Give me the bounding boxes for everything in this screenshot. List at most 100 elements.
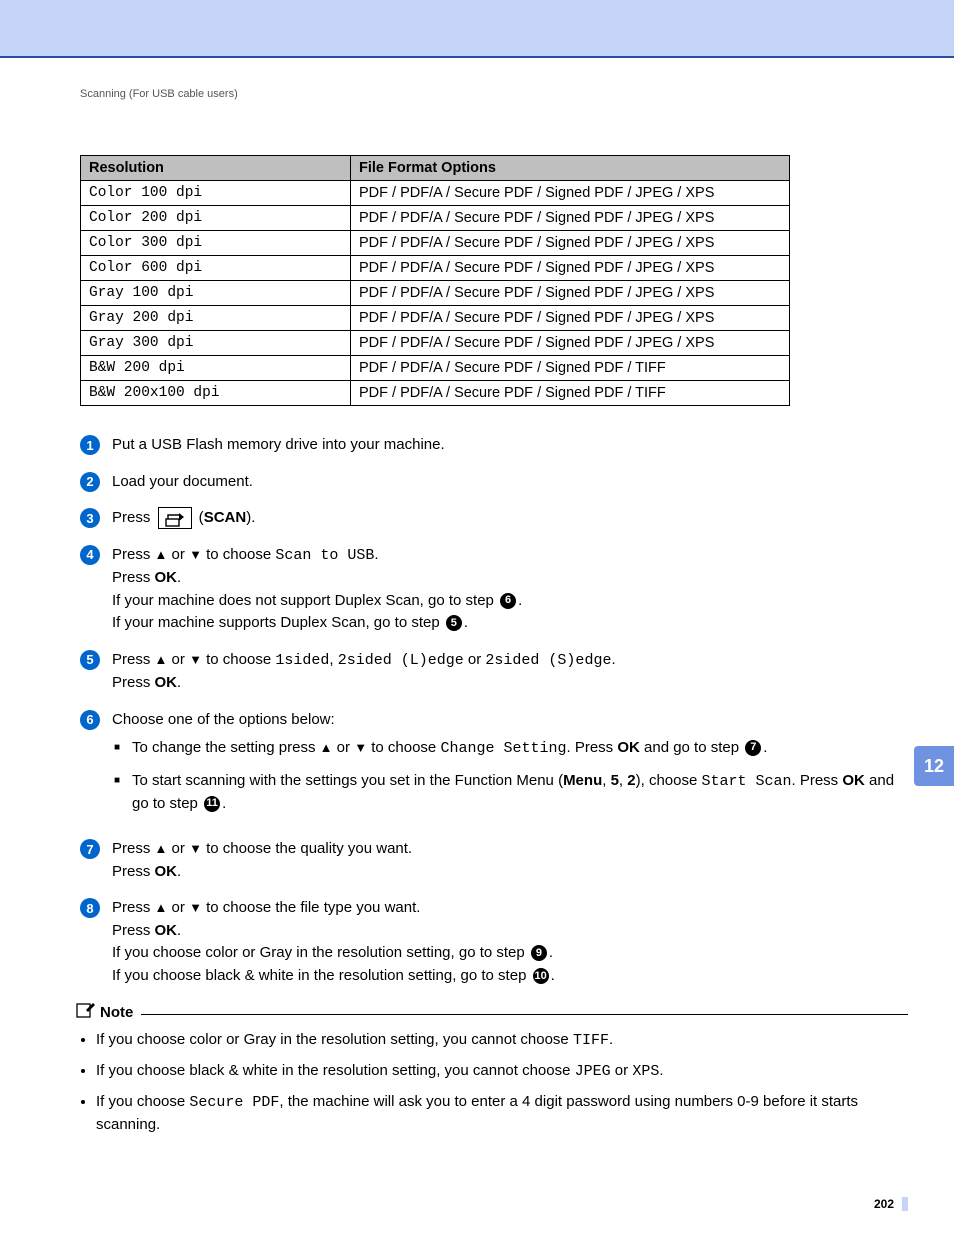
- step-number-icon: 4: [80, 545, 100, 565]
- cell: Color 100 dpi: [81, 181, 351, 206]
- cell: PDF / PDF/A / Secure PDF / Signed PDF / …: [351, 281, 790, 306]
- down-arrow-icon: ▼: [189, 900, 202, 915]
- cell: PDF / PDF/A / Secure PDF / Signed PDF / …: [351, 381, 790, 406]
- note-heading: Note: [76, 1001, 908, 1023]
- text: If you choose black & white in the resol…: [96, 1062, 575, 1079]
- cell: Color 300 dpi: [81, 231, 351, 256]
- step-1: 1 Put a USB Flash memory drive into your…: [80, 434, 908, 457]
- step-text: Press (SCAN).: [112, 507, 908, 530]
- table-row: Color 600 dpiPDF / PDF/A / Secure PDF / …: [81, 256, 790, 281]
- cell: Gray 100 dpi: [81, 281, 351, 306]
- step-text: Load your document.: [112, 471, 908, 494]
- step-ref-icon: 10: [533, 968, 549, 984]
- note-list: If you choose color or Gray in the resol…: [82, 1029, 908, 1135]
- table-row: Gray 300 dpiPDF / PDF/A / Secure PDF / S…: [81, 331, 790, 356]
- text: Press: [112, 674, 155, 691]
- text: . Press: [792, 772, 843, 789]
- step-number-icon: 1: [80, 435, 100, 455]
- up-arrow-icon: ▲: [155, 652, 168, 667]
- step-number-icon: 2: [80, 472, 100, 492]
- ok-label: OK: [842, 772, 865, 789]
- table-row: Color 200 dpiPDF / PDF/A / Secure PDF / …: [81, 206, 790, 231]
- text: ,: [329, 651, 337, 668]
- list-item: If you choose color or Gray in the resol…: [96, 1029, 908, 1052]
- ok-label: OK: [155, 674, 178, 691]
- down-arrow-icon: ▼: [189, 652, 202, 667]
- text: Press: [112, 546, 155, 563]
- format-xps: XPS: [632, 1063, 659, 1080]
- step-number-icon: 3: [80, 508, 100, 528]
- cell: Gray 200 dpi: [81, 306, 351, 331]
- text: Press: [112, 863, 155, 880]
- step-number-icon: 5: [80, 650, 100, 670]
- ok-label: OK: [155, 569, 178, 586]
- ok-label: OK: [155, 922, 178, 939]
- cell: Color 600 dpi: [81, 256, 351, 281]
- ok-label: OK: [155, 863, 178, 880]
- page-content: Scanning (For USB cable users) Resolutio…: [0, 58, 954, 1183]
- text: If you choose color or Gray in the resol…: [112, 944, 529, 961]
- text: or: [167, 899, 189, 916]
- breadcrumb: Scanning (For USB cable users): [80, 88, 908, 100]
- cell: PDF / PDF/A / Secure PDF / Signed PDF / …: [351, 181, 790, 206]
- up-arrow-icon: ▲: [155, 900, 168, 915]
- step-6: 6 Choose one of the options below: To ch…: [80, 709, 908, 825]
- text: To start scanning with the settings you …: [132, 772, 563, 789]
- menu-option: 2sided (L)edge: [338, 652, 464, 669]
- format-tiff: TIFF: [573, 1032, 609, 1049]
- divider-line: [141, 1014, 908, 1015]
- text: or: [333, 739, 355, 756]
- list-item: To start scanning with the settings you …: [132, 770, 908, 815]
- menu-option: Scan to USB: [275, 547, 374, 564]
- text: ), choose: [636, 772, 702, 789]
- step-ref-icon: 11: [204, 796, 220, 812]
- text: Press: [112, 840, 155, 857]
- menu-label: Menu: [563, 772, 602, 789]
- up-arrow-icon: ▲: [155, 841, 168, 856]
- step-text: Choose one of the options below: To chan…: [112, 709, 908, 825]
- text: ,: [602, 772, 610, 789]
- step-3: 3 Press (SCAN).: [80, 507, 908, 530]
- step-ref-icon: 6: [500, 593, 516, 609]
- text: . Press: [566, 739, 617, 756]
- text: to choose: [202, 546, 275, 563]
- cell: PDF / PDF/A / Secure PDF / Signed PDF / …: [351, 306, 790, 331]
- text: Press: [112, 569, 155, 586]
- text: or: [167, 546, 189, 563]
- step-number-icon: 8: [80, 898, 100, 918]
- text: to choose the quality you want.: [202, 840, 412, 857]
- steps-list: 1 Put a USB Flash memory drive into your…: [80, 434, 908, 987]
- ok-label: OK: [617, 739, 640, 756]
- down-arrow-icon: ▼: [189, 547, 202, 562]
- text: to choose the file type you want.: [202, 899, 420, 916]
- text: or: [464, 651, 486, 668]
- down-arrow-icon: ▼: [189, 841, 202, 856]
- format-secure-pdf: Secure PDF: [189, 1094, 279, 1111]
- text: and go to step: [640, 739, 743, 756]
- step-ref-icon: 9: [531, 945, 547, 961]
- list-item: If you choose black & white in the resol…: [96, 1060, 908, 1083]
- text: To change the setting press: [132, 739, 320, 756]
- text: to choose: [367, 739, 440, 756]
- table-row: B&W 200 dpiPDF / PDF/A / Secure PDF / Si…: [81, 356, 790, 381]
- step-4: 4 Press ▲ or ▼ to choose Scan to USB. Pr…: [80, 544, 908, 635]
- text: If you choose: [96, 1093, 189, 1110]
- cell: PDF / PDF/A / Secure PDF / Signed PDF / …: [351, 206, 790, 231]
- list-item: To change the setting press ▲ or ▼ to ch…: [132, 737, 908, 760]
- step-ref-icon: 5: [446, 615, 462, 631]
- format-jpeg: JPEG: [575, 1063, 611, 1080]
- th-resolution: Resolution: [81, 156, 351, 181]
- cell: B&W 200x100 dpi: [81, 381, 351, 406]
- step-text: Put a USB Flash memory drive into your m…: [112, 434, 908, 457]
- cell: PDF / PDF/A / Secure PDF / Signed PDF / …: [351, 356, 790, 381]
- cell: PDF / PDF/A / Secure PDF / Signed PDF / …: [351, 331, 790, 356]
- step-8: 8 Press ▲ or ▼ to choose the file type y…: [80, 897, 908, 987]
- text: If your machine does not support Duplex …: [112, 592, 498, 609]
- chapter-tab: 12: [914, 746, 954, 786]
- table-row: B&W 200x100 dpiPDF / PDF/A / Secure PDF …: [81, 381, 790, 406]
- text: If you choose black & white in the resol…: [112, 967, 531, 984]
- text: or: [167, 651, 189, 668]
- table-row: Color 100 dpiPDF / PDF/A / Secure PDF / …: [81, 181, 790, 206]
- note-title: Note: [100, 1004, 133, 1021]
- text: If you choose color or Gray in the resol…: [96, 1031, 573, 1048]
